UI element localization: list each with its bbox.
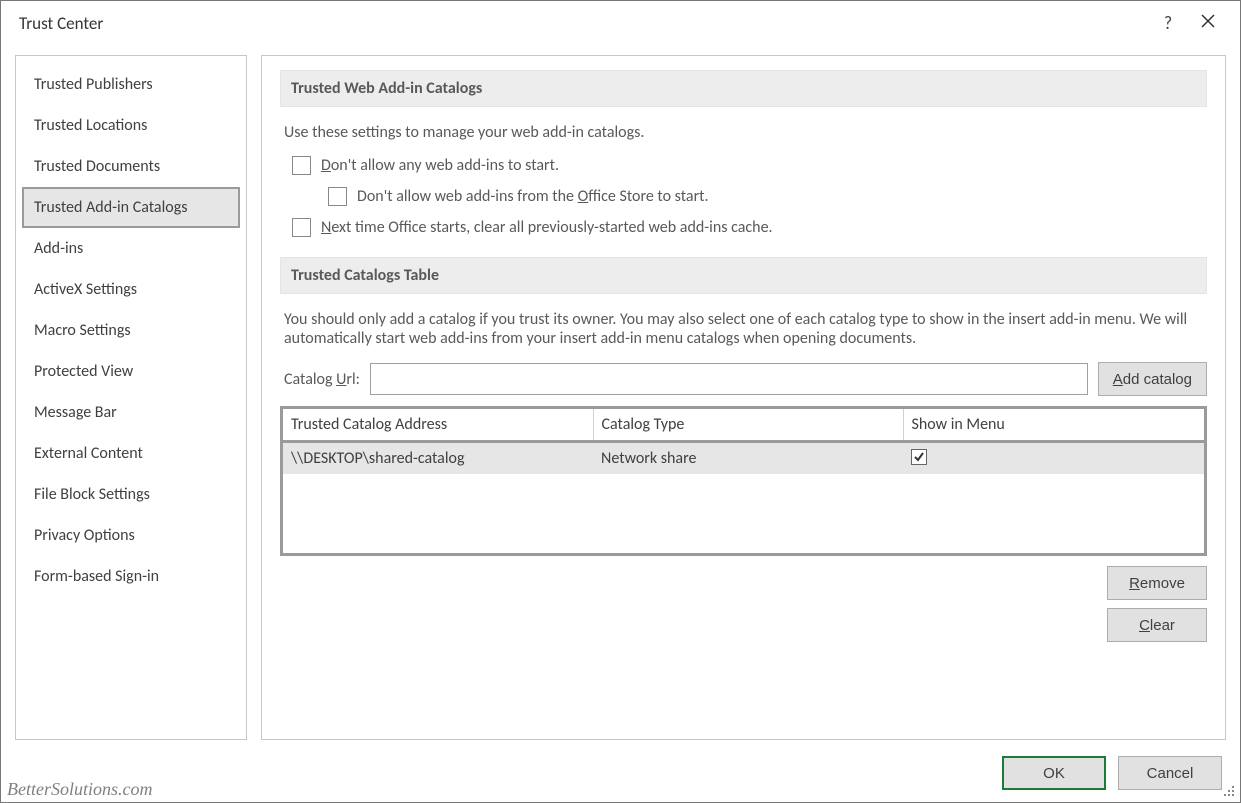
catalog-url-input[interactable] <box>370 363 1088 395</box>
sidebar-item-trusted-addin-catalogs[interactable]: Trusted Add-in Catalogs <box>22 187 240 228</box>
sidebar-item-label: Message Bar <box>34 403 117 422</box>
sidebar-item-label: Protected View <box>34 362 133 381</box>
section1-description: Use these settings to manage your web ad… <box>284 123 1207 142</box>
section2-description: You should only add a catalog if you tru… <box>284 310 1207 348</box>
trusted-catalogs-table[interactable]: Trusted Catalog Address Catalog Type Sho… <box>283 409 1204 474</box>
col-header-address[interactable]: Trusted Catalog Address <box>283 409 593 442</box>
resize-grip[interactable] <box>1222 784 1236 798</box>
ok-button[interactable]: OK <box>1002 756 1106 790</box>
option-label: Next time Office starts, clear all previ… <box>321 218 773 237</box>
dialog-body: Trusted Publishers Trusted Locations Trust… <box>1 45 1240 746</box>
sidebar-item-label: Privacy Options <box>34 526 135 545</box>
sidebar-item-macro-settings[interactable]: Macro Settings <box>22 310 240 351</box>
sidebar-item-privacy-options[interactable]: Privacy Options <box>22 515 240 556</box>
sidebar-item-label: ActiveX Settings <box>34 280 137 299</box>
sidebar-item-label: Add-ins <box>34 239 83 258</box>
sidebar-item-label: Form-based Sign-in <box>34 567 159 586</box>
sidebar-item-trusted-locations[interactable]: Trusted Locations <box>22 105 240 146</box>
sidebar-item-form-based-sign-in[interactable]: Form-based Sign-in <box>22 556 240 597</box>
sidebar-item-label: Trusted Documents <box>34 157 160 176</box>
close-button[interactable] <box>1188 3 1228 43</box>
sidebar-item-label: Trusted Add-in Catalogs <box>34 198 187 217</box>
checkbox-icon <box>911 449 927 465</box>
cancel-button[interactable]: Cancel <box>1118 756 1222 790</box>
catalog-url-label: Catalog Url: <box>284 370 360 389</box>
cell-type: Network share <box>593 442 903 475</box>
trust-center-dialog: Trust Center ? Trusted PublishersTrusted… <box>0 0 1241 803</box>
category-sidebar: Trusted Publishers Trusted Locations Trust… <box>15 55 247 740</box>
checkbox-icon <box>292 218 311 237</box>
option-disallow-office-store[interactable]: Don't allow web add-ins from the Office … <box>328 187 1207 206</box>
remove-button[interactable]: Remove <box>1107 566 1207 600</box>
option-label: Don't allow web add-ins from the Office … <box>357 187 709 206</box>
help-button[interactable]: ? <box>1148 3 1188 43</box>
section-header-catalogs-table: Trusted Catalogs Table <box>280 257 1207 294</box>
checkbox-icon <box>292 156 311 175</box>
cell-address: \\DESKTOP\shared-catalog <box>283 442 593 475</box>
table-row[interactable]: \\DESKTOP\shared-catalogNetwork share <box>283 442 1204 475</box>
table-action-buttons: Remove Clear <box>280 566 1207 642</box>
help-icon: ? <box>1164 12 1172 34</box>
option-clear-cache[interactable]: Next time Office starts, clear all previ… <box>292 218 1207 237</box>
dialog-footer: OK Cancel <box>1 746 1240 802</box>
sidebar-item-add-ins[interactable]: Add-ins <box>22 228 240 269</box>
col-header-show[interactable]: Show in Menu <box>903 409 1204 442</box>
catalog-url-row: Catalog Url: Add catalog <box>284 362 1207 396</box>
option-disallow-web-addins[interactable]: Don't allow any web add-ins to start. <box>292 156 1207 175</box>
window-title: Trust Center <box>19 13 1148 34</box>
sidebar-item-external-content[interactable]: External Content <box>22 433 240 474</box>
titlebar: Trust Center ? <box>1 1 1240 45</box>
sidebar-item-file-block-settings[interactable]: File Block Settings <box>22 474 240 515</box>
checkbox-icon <box>328 187 347 206</box>
clear-button[interactable]: Clear <box>1107 608 1207 642</box>
sidebar-item-trusted-publishers[interactable]: Trusted Publishers <box>22 64 240 105</box>
section-header-web-addins: Trusted Web Add-in Catalogs <box>280 70 1207 107</box>
sidebar-item-message-bar[interactable]: Message Bar <box>22 392 240 433</box>
sidebar-item-label: Trusted Publishers <box>34 75 153 94</box>
col-header-type[interactable]: Catalog Type <box>593 409 903 442</box>
cell-show-in-menu[interactable] <box>903 442 1204 475</box>
sidebar-item-label: Macro Settings <box>34 321 131 340</box>
sidebar-item-activex-settings[interactable]: ActiveX Settings <box>22 269 240 310</box>
sidebar-item-label: File Block Settings <box>34 485 150 504</box>
sidebar-item-label: External Content <box>34 444 143 463</box>
sidebar-item-protected-view[interactable]: Protected View <box>22 351 240 392</box>
content-pane: Trusted Web Add-in Catalogs Use these se… <box>261 55 1226 740</box>
add-catalog-button[interactable]: Add catalog <box>1098 362 1207 396</box>
trusted-catalogs-table-wrap: Trusted Catalog Address Catalog Type Sho… <box>280 406 1207 556</box>
close-icon <box>1201 14 1215 33</box>
sidebar-item-trusted-documents[interactable]: Trusted Documents <box>22 146 240 187</box>
sidebar-item-label: Trusted Locations <box>34 116 147 135</box>
option-label: Don't allow any web add-ins to start. <box>321 156 559 175</box>
